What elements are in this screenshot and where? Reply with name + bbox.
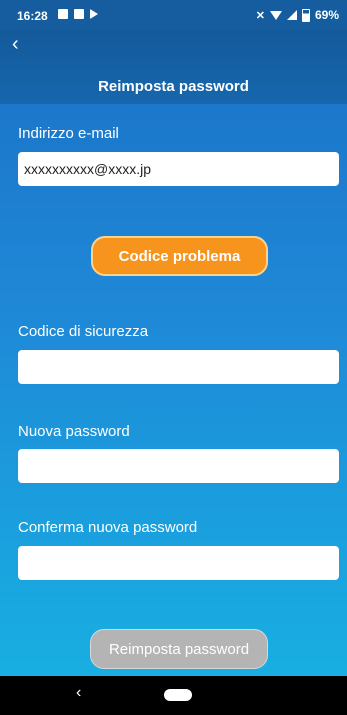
security-code-label: Codice di sicurezza — [18, 323, 149, 340]
status-bar: 16:28 ✕ 69% — [0, 0, 347, 30]
screen: 16:28 ✕ 69% ‹ Reimposta password Indiriz… — [0, 0, 347, 715]
play-icon — [90, 9, 98, 19]
new-password-field[interactable] — [18, 449, 339, 483]
phone-icon — [74, 9, 84, 19]
wifi-icon — [269, 10, 282, 20]
confirm-password-field[interactable] — [18, 546, 339, 580]
battery-level: 69% — [314, 8, 339, 22]
nav-back-icon[interactable]: ‹ — [76, 684, 81, 702]
system-nav-bar: ‹ — [0, 676, 347, 715]
nav-home-icon[interactable] — [164, 689, 192, 701]
status-time: 16:28 — [17, 9, 48, 23]
signal-icon — [286, 10, 297, 20]
page-title: Reimposta password — [98, 78, 249, 95]
email-label: Indirizzo e-mail — [18, 125, 119, 142]
app-header: ‹ Reimposta password — [0, 30, 347, 104]
notification-icons — [58, 9, 98, 19]
reset-password-button[interactable]: Reimposta password — [90, 629, 268, 669]
request-code-button[interactable]: Codice problema — [91, 236, 268, 276]
system-icons: ✕ 69% — [256, 8, 339, 22]
new-password-label: Nuova password — [18, 423, 130, 440]
battery-icon — [301, 8, 310, 22]
confirm-password-label: Conferma nuova password — [18, 519, 198, 536]
mute-icon: ✕ — [255, 9, 265, 22]
email-field[interactable] — [18, 152, 339, 186]
image-icon — [58, 9, 68, 19]
back-icon[interactable]: ‹ — [12, 32, 36, 56]
security-code-field[interactable] — [18, 350, 339, 384]
